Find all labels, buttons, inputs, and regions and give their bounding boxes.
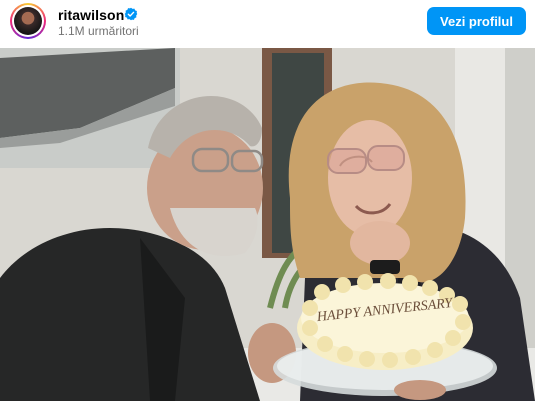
post-photo[interactable]: HAPPY ANNIVERSARY <box>0 48 535 401</box>
verified-badge-icon <box>124 7 138 21</box>
follower-count: 1.1M urmăritori <box>58 24 139 38</box>
photo-illustration: HAPPY ANNIVERSARY <box>0 48 535 401</box>
avatar-border <box>12 5 44 37</box>
post-header: ritawilson 1.1M urmăritori Vezi profilul <box>0 0 535 48</box>
view-profile-button[interactable]: Vezi profilul <box>427 7 526 35</box>
avatar[interactable] <box>10 3 46 39</box>
username[interactable]: ritawilson <box>58 7 124 23</box>
avatar-image <box>14 7 42 35</box>
